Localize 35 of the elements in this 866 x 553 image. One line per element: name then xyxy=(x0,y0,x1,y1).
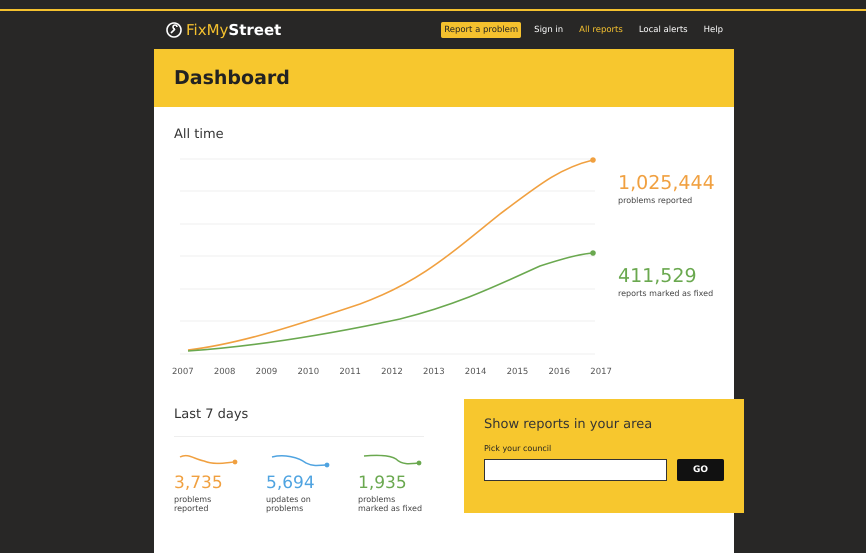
axis-label: 2008 xyxy=(214,367,236,377)
site-logo[interactable]: FixMyStreet xyxy=(186,21,282,39)
axis-label: 2012 xyxy=(381,367,403,377)
section-heading: Last 7 days xyxy=(174,407,250,422)
axis-label: 2010 xyxy=(297,367,320,377)
total-label: problems reported xyxy=(618,196,694,205)
stat-label: updates on problems xyxy=(266,495,312,513)
nav-link[interactable]: Local alerts xyxy=(636,22,691,38)
section-heading: All time xyxy=(174,127,225,142)
total-value: 1,025,444 xyxy=(618,172,715,194)
axis-label: 2007 xyxy=(172,367,194,377)
axis-label: 2011 xyxy=(339,367,361,377)
nav-link[interactable]: Report a problem xyxy=(441,22,522,38)
stat-label: problems marked as fixed xyxy=(358,495,424,513)
total-value: 411,529 xyxy=(618,265,698,287)
field-label: Pick your council xyxy=(484,444,552,453)
stat-label: problems reported xyxy=(174,495,212,513)
total-label: reports marked as fixed xyxy=(618,289,714,298)
go-button[interactable]: GO xyxy=(677,459,724,481)
nav-link[interactable]: Help xyxy=(700,22,726,38)
axis-label: 2013 xyxy=(422,367,445,377)
stat-value: 1,935 xyxy=(358,473,408,493)
stat-value: 5,694 xyxy=(266,473,316,493)
council-field[interactable] xyxy=(484,459,667,481)
page-title: Dashboard xyxy=(174,67,290,89)
axis-label: 2015 xyxy=(506,367,528,377)
axis-label: 2014 xyxy=(464,367,486,377)
wrench-icon xyxy=(166,22,182,38)
stat-value: 3,735 xyxy=(174,473,224,493)
nav-link[interactable]: All reports xyxy=(576,22,626,38)
axis-label: 2017 xyxy=(590,367,612,377)
nav-link[interactable]: Sign in xyxy=(531,22,566,38)
panel-title: Show reports in your area xyxy=(484,417,654,432)
axis-label: 2009 xyxy=(256,367,278,377)
axis-label: 2016 xyxy=(548,367,570,377)
